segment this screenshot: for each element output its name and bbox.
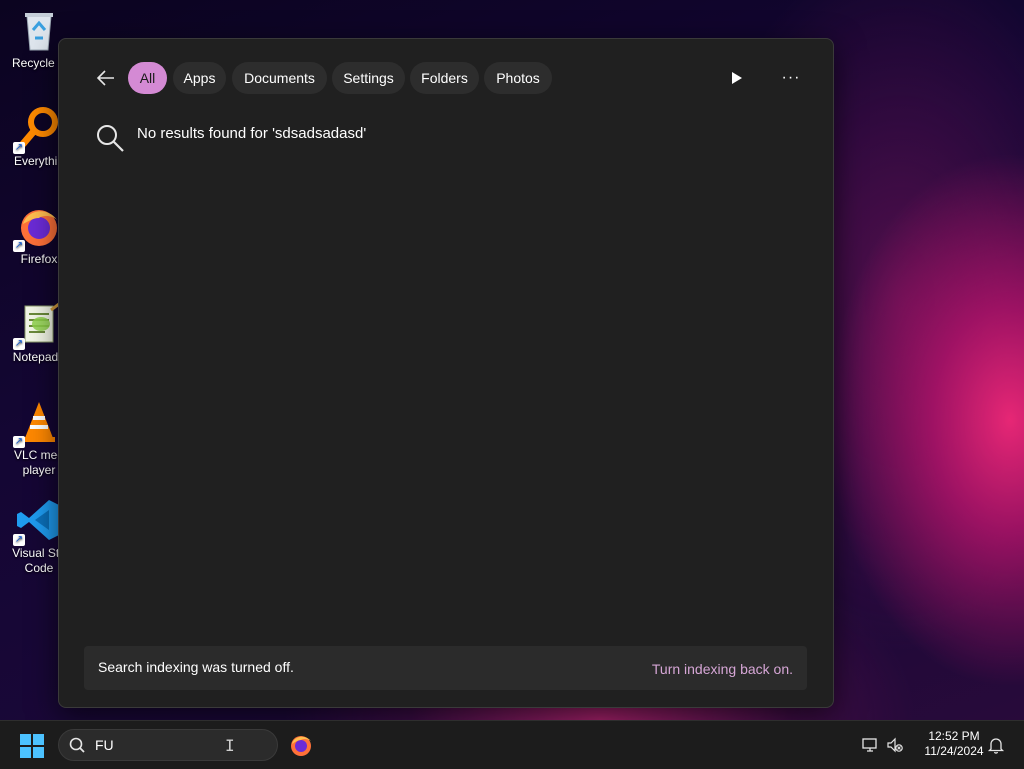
notepad-plus-plus-icon: ↗: [13, 302, 61, 350]
filter-photos[interactable]: Photos: [484, 62, 552, 94]
indexing-message: Search indexing was turned off.: [98, 659, 294, 675]
notification-bell-icon[interactable]: [987, 736, 1005, 754]
network-icon[interactable]: [861, 736, 879, 754]
volume-muted-icon[interactable]: [886, 736, 904, 754]
search-icon: [69, 737, 85, 753]
no-results-message: No results found for 'sdsadsadasd': [137, 125, 367, 142]
taskbar: I 12:52 PM 11/24/2024: [0, 720, 1024, 769]
clock-date: 11/24/2024: [924, 744, 984, 758]
taskbar-search-box[interactable]: I: [58, 729, 278, 761]
shortcut-arrow-icon: ↗: [13, 534, 25, 546]
shortcut-arrow-icon: ↗: [13, 142, 25, 154]
clock-time: 12:52 PM: [928, 729, 980, 743]
search-panel: All Apps Documents Settings Folders Phot…: [58, 38, 834, 708]
system-clock[interactable]: 12:52 PM 11/24/2024: [914, 729, 994, 759]
filter-apps[interactable]: Apps: [173, 62, 226, 94]
turn-indexing-on-link[interactable]: Turn indexing back on.: [652, 661, 793, 677]
indexing-notice: Search indexing was turned off. Turn ind…: [84, 646, 807, 690]
text-cursor-icon: I: [225, 736, 235, 755]
taskbar-search-input[interactable]: [95, 735, 265, 755]
search-icon: [95, 123, 125, 153]
play-icon[interactable]: [729, 69, 745, 87]
shortcut-arrow-icon: ↗: [13, 338, 25, 350]
everything-search-icon: ↗: [13, 106, 61, 154]
filter-all[interactable]: All: [128, 62, 167, 94]
vscode-icon: ↗: [13, 498, 61, 546]
windows-start-icon[interactable]: [20, 734, 44, 758]
shortcut-arrow-icon: ↗: [13, 436, 25, 448]
shortcut-arrow-icon: ↗: [13, 240, 25, 252]
more-options-icon[interactable]: ···: [779, 69, 803, 87]
firefox-taskbar-icon[interactable]: [289, 733, 313, 757]
back-arrow-icon[interactable]: [95, 67, 117, 89]
filter-folders[interactable]: Folders: [410, 62, 479, 94]
filter-settings[interactable]: Settings: [332, 62, 405, 94]
filter-documents[interactable]: Documents: [232, 62, 327, 94]
firefox-icon: ↗: [13, 204, 61, 252]
recycle-bin-icon: [17, 8, 61, 52]
vlc-icon: ↗: [13, 400, 61, 448]
